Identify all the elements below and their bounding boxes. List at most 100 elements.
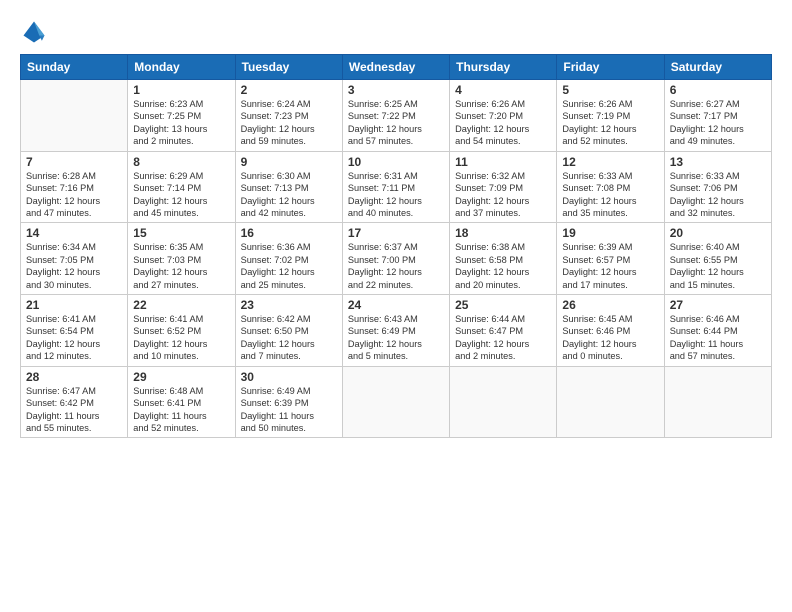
header: [20, 18, 772, 46]
day-info: Sunrise: 6:36 AM Sunset: 7:02 PM Dayligh…: [241, 241, 337, 291]
weekday-header-thursday: Thursday: [450, 55, 557, 80]
day-cell: 19Sunrise: 6:39 AM Sunset: 6:57 PM Dayli…: [557, 223, 664, 295]
day-number: 2: [241, 83, 337, 97]
week-row-1: 1Sunrise: 6:23 AM Sunset: 7:25 PM Daylig…: [21, 80, 772, 152]
day-info: Sunrise: 6:41 AM Sunset: 6:54 PM Dayligh…: [26, 313, 122, 363]
day-number: 19: [562, 226, 658, 240]
day-number: 16: [241, 226, 337, 240]
day-number: 13: [670, 155, 766, 169]
day-cell: 10Sunrise: 6:31 AM Sunset: 7:11 PM Dayli…: [342, 151, 449, 223]
day-info: Sunrise: 6:46 AM Sunset: 6:44 PM Dayligh…: [670, 313, 766, 363]
day-number: 28: [26, 370, 122, 384]
day-cell: 9Sunrise: 6:30 AM Sunset: 7:13 PM Daylig…: [235, 151, 342, 223]
day-info: Sunrise: 6:23 AM Sunset: 7:25 PM Dayligh…: [133, 98, 229, 148]
week-row-4: 21Sunrise: 6:41 AM Sunset: 6:54 PM Dayli…: [21, 295, 772, 367]
day-info: Sunrise: 6:29 AM Sunset: 7:14 PM Dayligh…: [133, 170, 229, 220]
day-info: Sunrise: 6:31 AM Sunset: 7:11 PM Dayligh…: [348, 170, 444, 220]
day-number: 17: [348, 226, 444, 240]
day-cell: 20Sunrise: 6:40 AM Sunset: 6:55 PM Dayli…: [664, 223, 771, 295]
calendar: SundayMondayTuesdayWednesdayThursdayFrid…: [20, 54, 772, 438]
day-cell: 7Sunrise: 6:28 AM Sunset: 7:16 PM Daylig…: [21, 151, 128, 223]
day-number: 18: [455, 226, 551, 240]
day-cell: 28Sunrise: 6:47 AM Sunset: 6:42 PM Dayli…: [21, 366, 128, 438]
day-info: Sunrise: 6:39 AM Sunset: 6:57 PM Dayligh…: [562, 241, 658, 291]
day-cell: 11Sunrise: 6:32 AM Sunset: 7:09 PM Dayli…: [450, 151, 557, 223]
day-cell: 16Sunrise: 6:36 AM Sunset: 7:02 PM Dayli…: [235, 223, 342, 295]
week-row-3: 14Sunrise: 6:34 AM Sunset: 7:05 PM Dayli…: [21, 223, 772, 295]
day-info: Sunrise: 6:45 AM Sunset: 6:46 PM Dayligh…: [562, 313, 658, 363]
day-number: 9: [241, 155, 337, 169]
day-info: Sunrise: 6:35 AM Sunset: 7:03 PM Dayligh…: [133, 241, 229, 291]
day-info: Sunrise: 6:32 AM Sunset: 7:09 PM Dayligh…: [455, 170, 551, 220]
day-cell: 17Sunrise: 6:37 AM Sunset: 7:00 PM Dayli…: [342, 223, 449, 295]
week-row-2: 7Sunrise: 6:28 AM Sunset: 7:16 PM Daylig…: [21, 151, 772, 223]
day-number: 1: [133, 83, 229, 97]
day-number: 27: [670, 298, 766, 312]
day-cell: [664, 366, 771, 438]
day-cell: 26Sunrise: 6:45 AM Sunset: 6:46 PM Dayli…: [557, 295, 664, 367]
day-number: 8: [133, 155, 229, 169]
weekday-header-friday: Friday: [557, 55, 664, 80]
day-info: Sunrise: 6:49 AM Sunset: 6:39 PM Dayligh…: [241, 385, 337, 435]
day-cell: 4Sunrise: 6:26 AM Sunset: 7:20 PM Daylig…: [450, 80, 557, 152]
day-number: 15: [133, 226, 229, 240]
day-number: 14: [26, 226, 122, 240]
day-info: Sunrise: 6:48 AM Sunset: 6:41 PM Dayligh…: [133, 385, 229, 435]
day-cell: 3Sunrise: 6:25 AM Sunset: 7:22 PM Daylig…: [342, 80, 449, 152]
day-number: 11: [455, 155, 551, 169]
day-info: Sunrise: 6:25 AM Sunset: 7:22 PM Dayligh…: [348, 98, 444, 148]
weekday-header-tuesday: Tuesday: [235, 55, 342, 80]
day-number: 29: [133, 370, 229, 384]
day-number: 30: [241, 370, 337, 384]
weekday-header-sunday: Sunday: [21, 55, 128, 80]
day-number: 5: [562, 83, 658, 97]
day-cell: [450, 366, 557, 438]
day-cell: 12Sunrise: 6:33 AM Sunset: 7:08 PM Dayli…: [557, 151, 664, 223]
day-number: 23: [241, 298, 337, 312]
day-number: 12: [562, 155, 658, 169]
day-cell: 5Sunrise: 6:26 AM Sunset: 7:19 PM Daylig…: [557, 80, 664, 152]
day-number: 20: [670, 226, 766, 240]
weekday-header-row: SundayMondayTuesdayWednesdayThursdayFrid…: [21, 55, 772, 80]
day-info: Sunrise: 6:44 AM Sunset: 6:47 PM Dayligh…: [455, 313, 551, 363]
day-info: Sunrise: 6:43 AM Sunset: 6:49 PM Dayligh…: [348, 313, 444, 363]
day-info: Sunrise: 6:30 AM Sunset: 7:13 PM Dayligh…: [241, 170, 337, 220]
day-cell: 29Sunrise: 6:48 AM Sunset: 6:41 PM Dayli…: [128, 366, 235, 438]
week-row-5: 28Sunrise: 6:47 AM Sunset: 6:42 PM Dayli…: [21, 366, 772, 438]
day-info: Sunrise: 6:27 AM Sunset: 7:17 PM Dayligh…: [670, 98, 766, 148]
day-cell: 2Sunrise: 6:24 AM Sunset: 7:23 PM Daylig…: [235, 80, 342, 152]
day-cell: 23Sunrise: 6:42 AM Sunset: 6:50 PM Dayli…: [235, 295, 342, 367]
day-cell: [557, 366, 664, 438]
day-number: 25: [455, 298, 551, 312]
day-number: 24: [348, 298, 444, 312]
day-cell: 8Sunrise: 6:29 AM Sunset: 7:14 PM Daylig…: [128, 151, 235, 223]
day-number: 26: [562, 298, 658, 312]
day-info: Sunrise: 6:26 AM Sunset: 7:20 PM Dayligh…: [455, 98, 551, 148]
day-cell: 24Sunrise: 6:43 AM Sunset: 6:49 PM Dayli…: [342, 295, 449, 367]
day-info: Sunrise: 6:41 AM Sunset: 6:52 PM Dayligh…: [133, 313, 229, 363]
day-cell: 22Sunrise: 6:41 AM Sunset: 6:52 PM Dayli…: [128, 295, 235, 367]
day-info: Sunrise: 6:42 AM Sunset: 6:50 PM Dayligh…: [241, 313, 337, 363]
day-info: Sunrise: 6:37 AM Sunset: 7:00 PM Dayligh…: [348, 241, 444, 291]
day-info: Sunrise: 6:33 AM Sunset: 7:06 PM Dayligh…: [670, 170, 766, 220]
day-info: Sunrise: 6:24 AM Sunset: 7:23 PM Dayligh…: [241, 98, 337, 148]
day-number: 7: [26, 155, 122, 169]
day-cell: 18Sunrise: 6:38 AM Sunset: 6:58 PM Dayli…: [450, 223, 557, 295]
day-number: 10: [348, 155, 444, 169]
day-info: Sunrise: 6:33 AM Sunset: 7:08 PM Dayligh…: [562, 170, 658, 220]
day-number: 22: [133, 298, 229, 312]
weekday-header-wednesday: Wednesday: [342, 55, 449, 80]
day-info: Sunrise: 6:47 AM Sunset: 6:42 PM Dayligh…: [26, 385, 122, 435]
logo: [20, 18, 52, 46]
day-cell: 21Sunrise: 6:41 AM Sunset: 6:54 PM Dayli…: [21, 295, 128, 367]
day-cell: [342, 366, 449, 438]
page: SundayMondayTuesdayWednesdayThursdayFrid…: [0, 0, 792, 612]
day-cell: 15Sunrise: 6:35 AM Sunset: 7:03 PM Dayli…: [128, 223, 235, 295]
day-cell: 25Sunrise: 6:44 AM Sunset: 6:47 PM Dayli…: [450, 295, 557, 367]
day-cell: 1Sunrise: 6:23 AM Sunset: 7:25 PM Daylig…: [128, 80, 235, 152]
day-number: 6: [670, 83, 766, 97]
day-cell: 6Sunrise: 6:27 AM Sunset: 7:17 PM Daylig…: [664, 80, 771, 152]
day-info: Sunrise: 6:28 AM Sunset: 7:16 PM Dayligh…: [26, 170, 122, 220]
day-number: 21: [26, 298, 122, 312]
day-number: 3: [348, 83, 444, 97]
